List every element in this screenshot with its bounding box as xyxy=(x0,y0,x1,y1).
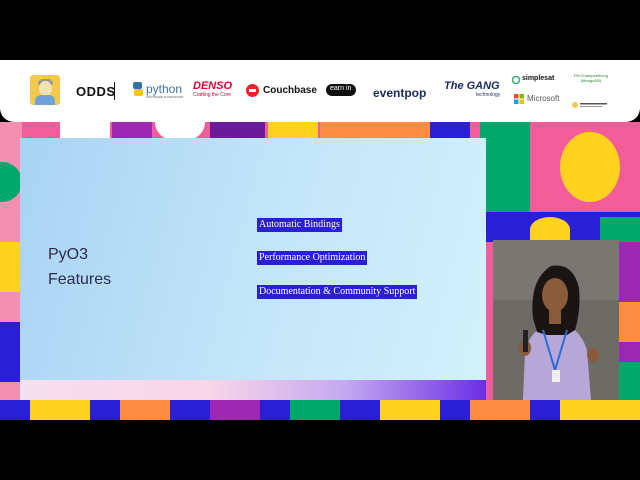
small-sponsor-logo xyxy=(572,96,608,108)
feature-documentation-community: Documentation & Community Support xyxy=(257,285,418,299)
small-sponsor-icon xyxy=(572,102,607,108)
thegang-text: The GANG xyxy=(444,80,500,92)
denso-subtext: Crafting the Core xyxy=(193,92,232,98)
python-snake-icon xyxy=(133,82,143,96)
eventpop-text: eventpop xyxy=(373,86,427,100)
microsoft-text: Microsoft xyxy=(527,94,560,103)
denso-text: DENSO xyxy=(193,80,233,92)
slide-title: PyO3 Features xyxy=(48,242,111,292)
presentation-slide: PyO3 Features Automatic Bindings Perform… xyxy=(20,138,486,400)
slide-gradient-strip xyxy=(20,380,486,400)
python-text: python xyxy=(146,82,183,96)
bottom-letterbox xyxy=(0,420,640,480)
speaker-figure xyxy=(493,240,619,400)
top-letterbox xyxy=(0,0,640,60)
odds-logo: ODDS xyxy=(76,84,116,99)
odds-divider xyxy=(114,82,115,100)
microsoft-squares-icon xyxy=(514,94,524,104)
person-credit: Piti Champeethong (MongoDB) xyxy=(566,73,616,83)
person-org: (MongoDB) xyxy=(580,78,602,83)
couchbase-text: Couchbase xyxy=(263,85,317,96)
slide-title-line2: Features xyxy=(48,271,112,288)
speaker-video xyxy=(493,240,619,400)
feature-performance-optimization: Performance Optimization xyxy=(257,251,368,265)
mascot-logo xyxy=(30,75,60,105)
simplesat-icon xyxy=(512,76,520,84)
earnin-text: earn in xyxy=(330,85,352,92)
odds-text: ODDS xyxy=(76,84,116,99)
earnin-logo: earn in xyxy=(326,84,356,96)
slide-title-line1: PyO3 xyxy=(48,246,89,263)
simplesat-text: simplesat xyxy=(522,75,555,82)
feature-automatic-bindings: Automatic Bindings xyxy=(257,218,342,232)
couchbase-icon xyxy=(246,84,259,97)
python-subtext: SOFTWARE FOUNDATION xyxy=(146,95,184,99)
thegang-subtext: technology xyxy=(476,92,501,98)
eventpop-logo: eventpop xyxy=(373,84,426,102)
